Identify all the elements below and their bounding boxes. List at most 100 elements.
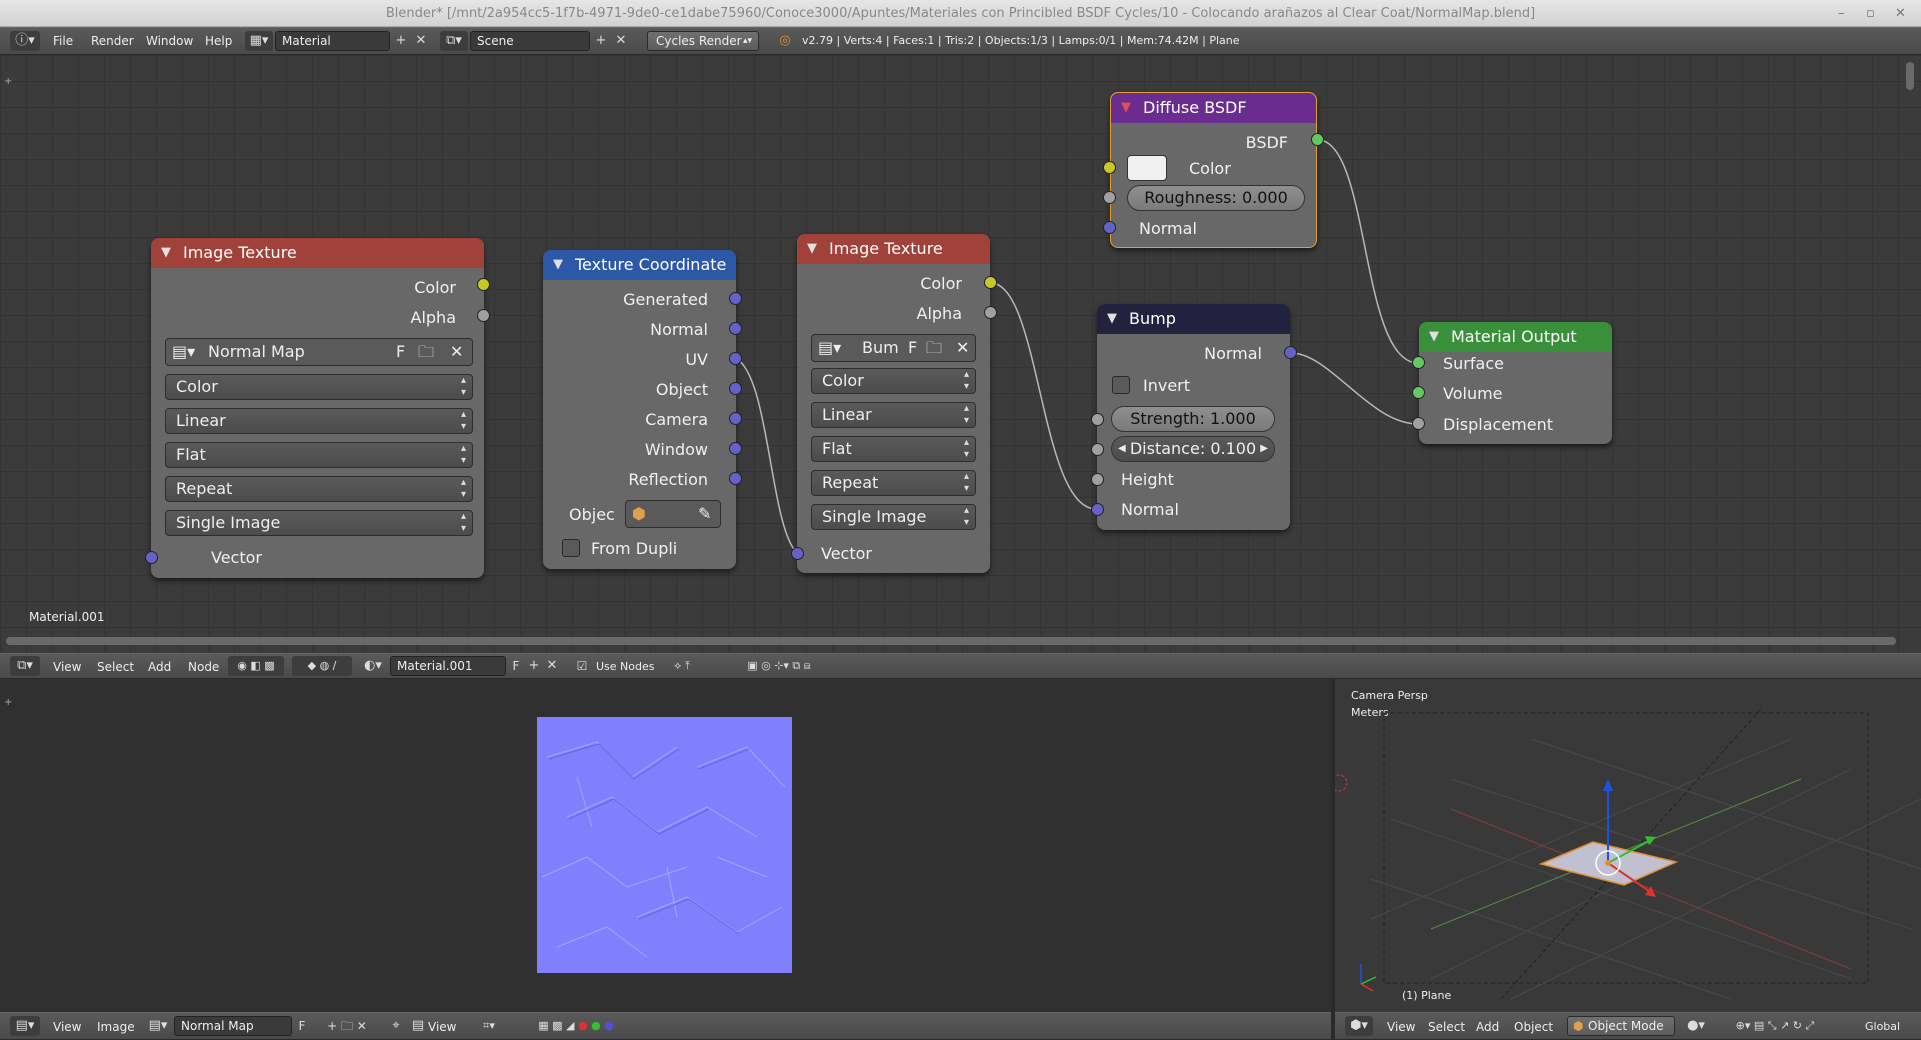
snap-icons[interactable]: ⟡ ⤒ bbox=[660, 656, 704, 676]
viewport-type-icon[interactable]: ⬢▾ bbox=[1345, 1016, 1373, 1036]
unlink-image-icon[interactable]: ✕ bbox=[956, 335, 969, 361]
node-header[interactable]: ▼ Image Texture bbox=[151, 238, 484, 268]
socket-input-distance[interactable] bbox=[1091, 443, 1104, 456]
maximize-icon[interactable]: ▫ bbox=[1866, 0, 1875, 27]
shader-object-icons[interactable]: ◆ ◍ ∕ bbox=[292, 656, 352, 676]
image-fake-user[interactable]: F bbox=[294, 1016, 310, 1036]
color-space-dropdown[interactable]: Color ▴ ▾ bbox=[165, 374, 473, 400]
minimize-icon[interactable]: – bbox=[1838, 0, 1845, 27]
menu-render[interactable]: Render bbox=[91, 34, 134, 48]
object-picker-field[interactable]: ⬢ ✎ bbox=[625, 500, 721, 528]
open-image-icon[interactable]: 🗀 bbox=[418, 339, 434, 365]
collapse-triangle-icon[interactable]: ▼ bbox=[1121, 93, 1131, 123]
menu-window[interactable]: Window bbox=[146, 34, 193, 48]
socket-output-reflection[interactable] bbox=[729, 472, 742, 485]
socket-output-normal[interactable] bbox=[729, 322, 742, 335]
roughness-slider[interactable]: Roughness: 0.000 bbox=[1127, 185, 1305, 211]
unlink-image-icon[interactable]: ✕ bbox=[450, 339, 463, 365]
shader-type-icons[interactable]: ◉ ◧ ▩ bbox=[228, 656, 284, 676]
screen-layout-icon[interactable]: ▦▾ bbox=[245, 31, 273, 51]
socket-input-color[interactable] bbox=[1103, 161, 1116, 174]
add-scene-icon[interactable]: + bbox=[592, 31, 610, 51]
menu-file[interactable]: File bbox=[53, 34, 73, 48]
strength-slider[interactable]: Strength: 1.000 bbox=[1111, 406, 1275, 432]
remove-screen-icon[interactable]: ✕ bbox=[412, 31, 430, 51]
material-icon[interactable]: ◐▾ bbox=[360, 656, 386, 676]
image-name-field[interactable]: Normal Map bbox=[174, 1016, 292, 1036]
image-action-icons[interactable]: + 🗀 ✕ bbox=[312, 1016, 382, 1036]
node-header[interactable]: ▼ Material Output bbox=[1419, 322, 1612, 352]
node-header[interactable]: ▼ Diffuse BSDF bbox=[1111, 93, 1316, 123]
shading-icon[interactable]: ●▾ bbox=[1681, 1016, 1711, 1036]
extension-dropdown[interactable]: Repeat ▴ ▾ bbox=[165, 476, 473, 502]
socket-input-normal[interactable] bbox=[1103, 221, 1116, 234]
socket-input-height[interactable] bbox=[1091, 473, 1104, 486]
collapse-triangle-icon[interactable]: ▼ bbox=[161, 238, 171, 268]
color-space-dropdown[interactable]: Color ▴ ▾ bbox=[811, 368, 976, 394]
menu-select[interactable]: Select bbox=[97, 660, 134, 674]
add-screen-icon[interactable]: + bbox=[392, 31, 410, 51]
extension-dropdown[interactable]: Repeat ▴ ▾ bbox=[811, 470, 976, 496]
image-name[interactable]: Normal Map bbox=[208, 339, 305, 365]
menu-view[interactable]: View bbox=[1387, 1020, 1415, 1034]
pin-icon[interactable]: ⌖ bbox=[386, 1016, 406, 1036]
menu-add[interactable]: Add bbox=[1476, 1020, 1499, 1034]
menu-add[interactable]: Add bbox=[148, 660, 171, 674]
image-name[interactable]: Bum bbox=[862, 335, 899, 361]
area-divider[interactable] bbox=[1331, 679, 1335, 1040]
mode-dropdown[interactable]: ⬢ Object Mode bbox=[1567, 1016, 1675, 1036]
image-browse-icon[interactable]: ▤▾ bbox=[818, 335, 841, 361]
add-material-icon[interactable]: + bbox=[526, 656, 542, 676]
socket-input-displacement[interactable] bbox=[1412, 417, 1425, 430]
socket-input-surface[interactable] bbox=[1412, 356, 1425, 369]
collapse-triangle-icon[interactable]: ▼ bbox=[807, 234, 817, 264]
menu-node[interactable]: Node bbox=[188, 660, 219, 674]
menu-help[interactable]: Help bbox=[205, 34, 232, 48]
image-browse-icon[interactable]: ▤▾ bbox=[172, 339, 195, 365]
collapse-triangle-icon[interactable]: ▼ bbox=[553, 250, 563, 280]
viewport-scene[interactable] bbox=[1331, 679, 1921, 1012]
socket-output-normal[interactable] bbox=[1284, 346, 1297, 359]
socket-input-volume[interactable] bbox=[1412, 386, 1425, 399]
socket-output-window[interactable] bbox=[729, 442, 742, 455]
socket-input-roughness[interactable] bbox=[1103, 191, 1116, 204]
source-dropdown[interactable]: Single Image ▴ ▾ bbox=[811, 504, 976, 530]
material-output-node[interactable]: ▼ Material Output Surface Volume Displace… bbox=[1419, 322, 1612, 444]
menu-image[interactable]: Image bbox=[97, 1020, 135, 1034]
node-header[interactable]: ▼ Texture Coordinate bbox=[543, 250, 736, 280]
remove-material-icon[interactable]: ✕ bbox=[544, 656, 560, 676]
menu-view[interactable]: View bbox=[53, 660, 81, 674]
info-editor-icon[interactable]: ⓘ▾ bbox=[10, 31, 40, 51]
image-datablock-field[interactable]: ▤▾ Normal Map F 🗀 ✕ bbox=[165, 338, 473, 366]
socket-input-normal[interactable] bbox=[1091, 503, 1104, 516]
increment-arrow-icon[interactable]: ▶ bbox=[1260, 437, 1268, 461]
interpolation-dropdown[interactable]: Linear ▴ ▾ bbox=[165, 408, 473, 434]
view-mode-icon[interactable]: ▤ bbox=[408, 1016, 428, 1036]
menu-view[interactable]: View bbox=[53, 1020, 81, 1034]
collapse-triangle-icon[interactable]: ▼ bbox=[1107, 304, 1117, 334]
interpolation-dropdown[interactable]: Linear ▴ ▾ bbox=[811, 402, 976, 428]
channel-display-icons[interactable]: ▦ ▩ ◢ ● ● ● bbox=[516, 1016, 636, 1036]
pivot-manipulator-icons[interactable]: ⊕▾ ▤ ⤡ ↗ ↻ ⤢ bbox=[1715, 1016, 1835, 1036]
image-texture-node-bump[interactable]: ▼ Image Texture Color Alpha ▤▾ Bum F 🗀 ✕ … bbox=[797, 234, 990, 573]
material-fake-user[interactable]: F bbox=[508, 656, 524, 676]
socket-input-strength[interactable] bbox=[1091, 413, 1104, 426]
use-nodes-checkbox[interactable]: ☑ bbox=[574, 656, 590, 676]
socket-output-bsdf[interactable] bbox=[1311, 133, 1324, 146]
region-expand-icon[interactable]: + bbox=[4, 697, 12, 708]
projection-dropdown[interactable]: Flat ▴ ▾ bbox=[811, 436, 976, 462]
menu-select[interactable]: Select bbox=[1428, 1020, 1465, 1034]
overlay-icon[interactable]: ⌗▾ bbox=[474, 1016, 504, 1036]
material-field[interactable]: Material.001 bbox=[390, 656, 506, 676]
screen-layout-field[interactable]: Material bbox=[275, 31, 390, 51]
distance-field[interactable]: ◀ Distance: 0.100 ▶ bbox=[1111, 436, 1275, 462]
node-header[interactable]: ▼ Image Texture bbox=[797, 234, 990, 264]
socket-output-object[interactable] bbox=[729, 382, 742, 395]
3d-viewport[interactable]: Camera Persp Meters (1) Plane bbox=[1331, 679, 1921, 1012]
scene-field[interactable]: Scene bbox=[470, 31, 590, 51]
image-browse-icon[interactable]: ▤▾ bbox=[144, 1016, 172, 1036]
socket-output-color[interactable] bbox=[984, 276, 997, 289]
socket-output-uv[interactable] bbox=[729, 352, 742, 365]
socket-output-color[interactable] bbox=[477, 278, 490, 291]
fake-user-toggle[interactable]: F bbox=[908, 335, 917, 361]
